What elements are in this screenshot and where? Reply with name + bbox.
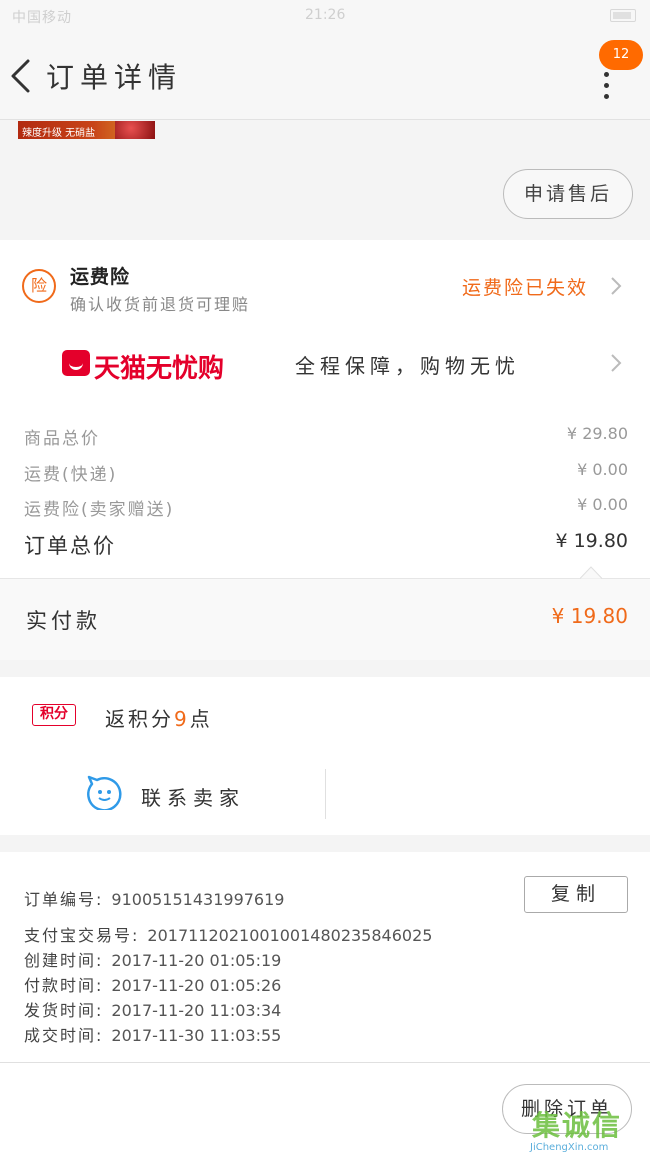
order-number: 91005151431997619 bbox=[111, 890, 285, 909]
order-summary-card: 险 运费险 确认收货前退货可理赔 运费险已失效 天猫无忧购 全程保障，购物无忧 … bbox=[0, 240, 650, 660]
alipay-label: 支付宝交易号: bbox=[24, 926, 140, 945]
chevron-right-icon[interactable] bbox=[610, 276, 622, 296]
created-label: 创建时间: bbox=[24, 951, 104, 970]
vertical-divider bbox=[325, 769, 326, 819]
after-sale-button[interactable]: 申请售后 bbox=[503, 169, 633, 219]
paid-time-row: 付款时间: 2017-11-20 01:05:26 bbox=[24, 972, 281, 996]
shipped-time: 2017-11-20 11:03:34 bbox=[111, 1001, 282, 1020]
price-row-insurance: 运费险(卖家赠送) ¥ 0.00 bbox=[24, 495, 628, 520]
contact-seller-button[interactable]: 联系卖家 bbox=[141, 782, 245, 811]
notification-badge[interactable]: 12 bbox=[599, 40, 643, 70]
alipay-number: 2017112021001001480235846025 bbox=[147, 926, 433, 945]
points-contact-card: 积分 返积分9点 联系卖家 bbox=[0, 677, 650, 835]
points-badge: 积分 bbox=[32, 704, 76, 726]
alipay-number-row: 支付宝交易号: 2017112021001001480235846025 bbox=[24, 922, 432, 946]
paid-time-label: 付款时间: bbox=[24, 976, 104, 995]
tmall-cat-icon bbox=[62, 350, 90, 376]
page-title: 订单详情 bbox=[46, 61, 183, 94]
price-row-order-total: 订单总价 ¥ 19.80 bbox=[24, 530, 628, 560]
order-number-row: 订单编号: 91005151431997619 bbox=[24, 886, 284, 910]
watermark-logo: 集诚信 JiChengXin.com bbox=[530, 1104, 650, 1155]
shipped-label: 发货时间: bbox=[24, 1001, 104, 1020]
carrier-label: 中国移动 bbox=[12, 10, 72, 26]
paid-time: 2017-11-20 01:05:26 bbox=[111, 976, 282, 995]
insurance-icon: 险 bbox=[22, 269, 56, 303]
insurance-title: 运费险 bbox=[70, 266, 131, 288]
copy-button[interactable]: 复制 bbox=[524, 876, 628, 913]
price-amount: ¥ 0.00 bbox=[577, 460, 628, 479]
points-count: 9 bbox=[174, 707, 190, 731]
product-banner-text: 辣度升级 无硝盐 bbox=[22, 128, 96, 139]
shipped-time-row: 发货时间: 2017-11-20 11:03:34 bbox=[24, 997, 281, 1021]
product-section: 辣度升级 无硝盐 申请售后 bbox=[0, 121, 650, 239]
clock: 21:26 bbox=[305, 7, 346, 23]
status-bar: 中国移动 21:26 bbox=[0, 0, 650, 32]
product-photo bbox=[115, 121, 155, 139]
nav-header: 订单详情 12 bbox=[0, 32, 650, 120]
caret-up-icon bbox=[580, 566, 602, 579]
more-options-icon[interactable] bbox=[600, 72, 612, 99]
back-arrow-icon[interactable] bbox=[8, 58, 32, 94]
divider bbox=[0, 578, 650, 579]
tmall-wuyou-slogan[interactable]: 全程保障，购物无忧 bbox=[295, 350, 520, 379]
completed-label: 成交时间: bbox=[24, 1026, 104, 1045]
price-label: 运费险(卖家赠送) bbox=[24, 500, 175, 520]
price-label: 商品总价 bbox=[24, 429, 100, 449]
watermark-en: JiChengXin.com bbox=[530, 1142, 609, 1153]
price-label: 运费(快递) bbox=[24, 465, 118, 485]
created-time-row: 创建时间: 2017-11-20 01:05:19 bbox=[24, 947, 281, 971]
insurance-subtitle: 确认收货前退货可理赔 bbox=[70, 295, 251, 314]
points-text: 返积分9点 bbox=[105, 707, 213, 731]
order-number-label: 订单编号: bbox=[24, 890, 104, 909]
battery-icon bbox=[610, 9, 636, 22]
chevron-right-icon[interactable] bbox=[610, 353, 622, 373]
price-amount: ¥ 29.80 bbox=[566, 424, 628, 443]
tmall-wuyou-logo-text: 天猫无忧购 bbox=[94, 354, 225, 384]
order-total-label: 订单总价 bbox=[24, 534, 116, 558]
paid-amount: ¥ 19.80 bbox=[551, 604, 628, 628]
chat-face-icon[interactable] bbox=[86, 774, 122, 810]
order-info-card: 订单编号: 91005151431997619 复制 支付宝交易号: 2017112… bbox=[0, 852, 650, 1062]
product-image[interactable]: 辣度升级 无硝盐 bbox=[18, 121, 155, 139]
price-row-shipping: 运费(快递) ¥ 0.00 bbox=[24, 460, 628, 485]
price-amount: ¥ 0.00 bbox=[577, 495, 628, 514]
paid-label: 实付款 bbox=[26, 609, 101, 633]
order-total-amount: ¥ 19.80 bbox=[555, 530, 628, 552]
completed-time: 2017-11-30 11:03:55 bbox=[111, 1026, 282, 1045]
price-row-goods: 商品总价 ¥ 29.80 bbox=[24, 424, 628, 449]
created-time: 2017-11-20 01:05:19 bbox=[111, 951, 282, 970]
completed-time-row: 成交时间: 2017-11-30 11:03:55 bbox=[24, 1022, 281, 1046]
watermark-cn: 集诚信 bbox=[532, 1109, 623, 1142]
insurance-status[interactable]: 运费险已失效 bbox=[462, 273, 588, 300]
